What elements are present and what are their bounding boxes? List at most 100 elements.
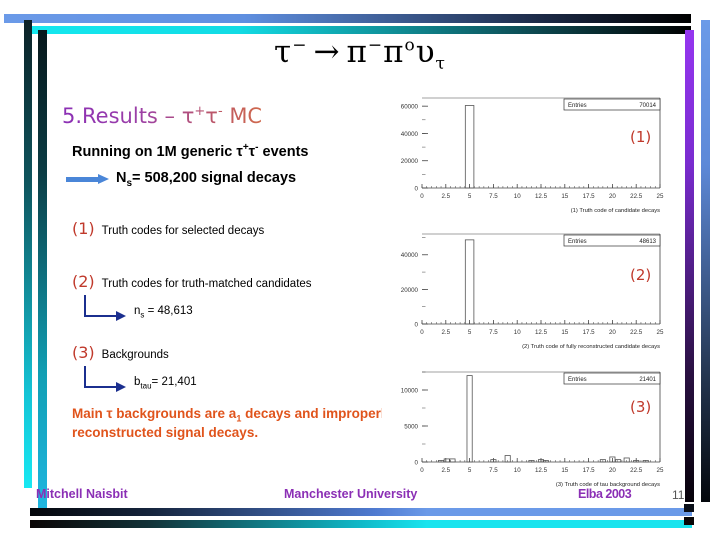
formula-nu-subscript: τ (435, 54, 446, 75)
svg-text:25: 25 (657, 193, 664, 200)
formula-tau-superscript: − (292, 35, 308, 56)
svg-text:20: 20 (609, 329, 616, 336)
svg-text:15: 15 (561, 467, 568, 474)
slide-footer: Mitchell Naisbit Manchester University E… (0, 487, 720, 507)
svg-text:70014: 70014 (639, 103, 656, 109)
svg-text:Entries: Entries (568, 103, 587, 109)
svg-text:5000: 5000 (404, 423, 418, 430)
running-prefix: Running on 1M generic (72, 143, 237, 160)
svg-text:Entries: Entries (568, 377, 587, 383)
btau-value-row: btau= 21,401 (84, 365, 402, 392)
slide-body-content: 5.Results – τ+τ- MC Running on 1M generi… (62, 104, 402, 442)
svg-text:0: 0 (420, 329, 424, 336)
left-teal-accent-bar (24, 20, 32, 488)
svg-text:20000: 20000 (401, 158, 419, 165)
list-item-3-number: (3) (72, 342, 95, 362)
svg-text:0: 0 (415, 321, 419, 328)
page-title-tau-minus: τ (205, 104, 218, 128)
top-blue-accent-bar (4, 14, 691, 23)
svg-text:17.5: 17.5 (583, 193, 596, 200)
decay-formula-heading: τ− → π−πoυτ (0, 34, 720, 74)
list-item-1-number: (1) (72, 218, 95, 238)
svg-text:22.5: 22.5 (630, 193, 643, 200)
bottom-right-nub-lower (684, 517, 694, 525)
svg-text:25: 25 (657, 467, 664, 474)
svg-text:(1) Truth code of candidate de: (1) Truth code of candidate decays (571, 208, 660, 214)
right-purple-accent-bar (685, 30, 694, 502)
formula-pi-second: π (383, 34, 405, 70)
elbow-arrow-icon (84, 365, 130, 392)
running-suffix: events (258, 143, 309, 160)
svg-text:2.5: 2.5 (441, 193, 450, 200)
footer-organisation: Manchester University (284, 487, 418, 501)
btau-value-text: btau= 21,401 (134, 376, 197, 391)
list-item-1: (1) Truth codes for selected decays (72, 219, 402, 238)
svg-text:10000: 10000 (401, 387, 419, 394)
svg-text:7.5: 7.5 (489, 329, 498, 336)
callout-marker-3: (3) (630, 398, 652, 416)
histogram-reconstructed-decays: 0 2.5 5 7.5 10 12.5 15 17.5 20 22.5 25 0 20000 40000 E… (382, 224, 672, 352)
ns-value-text: ns = 48,613 (134, 305, 193, 320)
svg-text:7.5: 7.5 (489, 467, 498, 474)
list-item-3-label: Backgrounds (101, 348, 169, 361)
svg-text:17.5: 17.5 (583, 467, 596, 474)
callout-marker-1: (1) (630, 128, 652, 146)
histogram-candidate-decays: 0 2.5 5 7.5 10 12.5 15 17.5 20 22.5 25 0 20000 40000 6… (382, 88, 672, 216)
right-arrow-icon (66, 174, 110, 185)
page-title-tau-plus: τ (181, 104, 195, 128)
svg-text:20: 20 (609, 467, 616, 474)
left-cyan-accent-bar (38, 30, 47, 508)
page-title: 5.Results – τ+τ- MC (62, 104, 402, 128)
chart-1-svg: 0 2.5 5 7.5 10 12.5 15 17.5 20 22.5 25 0 20000 40000 6… (401, 97, 664, 214)
list-item-2-label: Truth codes for truth-matched candidates (101, 277, 312, 290)
svg-text:22.5: 22.5 (630, 329, 643, 336)
signal-decays-row: Ns= 508,200 signal decays (66, 170, 402, 189)
callout-marker-2: (2) (630, 266, 652, 284)
svg-text:5: 5 (468, 467, 472, 474)
chart-3-svg: 0 2.5 5 7.5 10 12.5 15 17.5 20 22.5 25 0 5000 10000 En… (401, 371, 664, 488)
svg-text:48613: 48613 (639, 239, 656, 245)
svg-text:21401: 21401 (639, 377, 656, 383)
footer-author: Mitchell Naisbit (36, 487, 128, 501)
btau-subscript: tau (140, 381, 152, 391)
formula-arrow-icon: → (313, 34, 341, 70)
svg-text:0: 0 (420, 467, 424, 474)
svg-text:15: 15 (561, 329, 568, 336)
svg-text:25: 25 (657, 329, 664, 336)
list-item-2-number: (2) (72, 271, 95, 291)
right-blue-accent-bar (701, 20, 710, 502)
list-item-2: (2) Truth codes for truth-matched candid… (72, 272, 402, 291)
formula-pi-first-superscript: − (367, 35, 384, 56)
svg-text:10: 10 (514, 193, 521, 200)
formula-pi-second-superscript: o (404, 35, 416, 56)
page-title-prefix: 5.Results – (62, 104, 182, 128)
conclusion-prefix: Main τ backgrounds are a (72, 405, 237, 421)
svg-text:40000: 40000 (401, 252, 419, 259)
svg-text:5: 5 (468, 193, 472, 200)
svg-text:17.5: 17.5 (583, 329, 596, 336)
ns-value-row: ns = 48,613 (84, 294, 402, 321)
page-title-plus-superscript: + (194, 104, 206, 119)
conclusion-text: Main τ backgrounds are a1 decays and imp… (72, 406, 402, 442)
svg-text:5: 5 (468, 329, 472, 336)
btau-number: = 21,401 (151, 376, 197, 389)
bottom-cyan-accent-bar (30, 520, 692, 528)
page-title-mc: MC (222, 104, 263, 128)
svg-text:20: 20 (609, 193, 616, 200)
svg-text:12.5: 12.5 (535, 467, 548, 474)
formula-nu: υ (415, 34, 436, 70)
svg-text:15: 15 (561, 193, 568, 200)
svg-text:2.5: 2.5 (441, 467, 450, 474)
histogram-background-decays: 0 2.5 5 7.5 10 12.5 15 17.5 20 22.5 25 0 5000 10000 En… (382, 362, 672, 490)
svg-text:60000: 60000 (401, 104, 419, 111)
svg-text:20000: 20000 (401, 287, 419, 294)
svg-text:(2) Truth code of fully recons: (2) Truth code of fully reconstructed ca… (522, 344, 660, 350)
svg-text:0: 0 (415, 459, 419, 466)
list-item-1-label: Truth codes for selected decays (101, 224, 265, 237)
list-item-3: (3) Backgrounds (72, 343, 402, 362)
svg-text:10: 10 (514, 467, 521, 474)
svg-text:12.5: 12.5 (535, 193, 548, 200)
svg-text:0: 0 (420, 193, 424, 200)
svg-text:2.5: 2.5 (441, 329, 450, 336)
svg-text:0: 0 (415, 185, 419, 192)
